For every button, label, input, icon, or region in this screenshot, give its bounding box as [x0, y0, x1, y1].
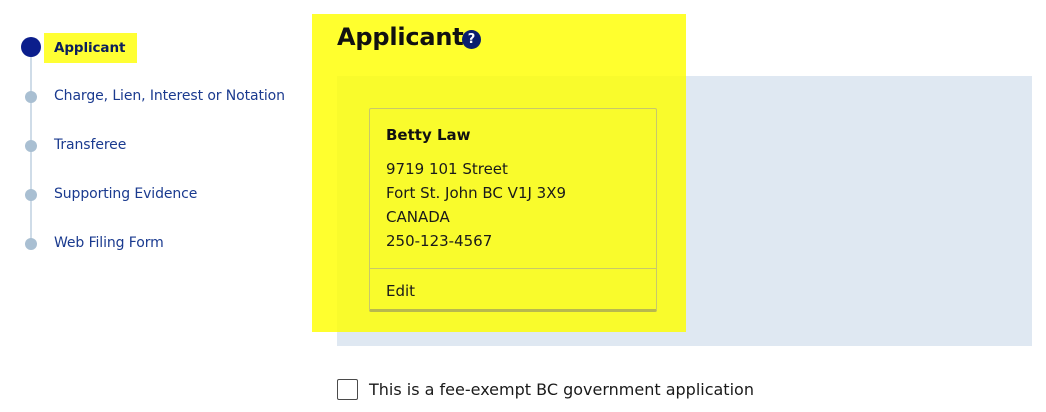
step-dot-icon — [25, 189, 37, 201]
applicant-card: Betty Law 9719 101 Street Fort St. John … — [369, 108, 657, 312]
step-dot-icon — [25, 140, 37, 152]
applicant-phone: 250-123-4567 — [386, 232, 493, 250]
edit-applicant-button[interactable]: Edit — [386, 282, 415, 300]
applicant-address-line1: 9719 101 Street — [386, 160, 508, 178]
step-web-filing-form[interactable]: Web Filing Form — [0, 228, 300, 258]
question-circle-icon[interactable]: ? — [462, 30, 481, 49]
step-navigation: Applicant Charge, Lien, Interest or Nota… — [0, 0, 300, 412]
applicant-address-line2: Fort St. John BC V1J 3X9 — [386, 184, 567, 202]
fee-exempt-checkbox[interactable] — [337, 379, 358, 400]
card-divider — [370, 268, 656, 269]
step-label: Transferee — [54, 137, 127, 153]
applicant-country: CANADA — [386, 208, 450, 226]
step-dot-icon — [25, 91, 37, 103]
step-applicant[interactable]: Applicant — [0, 32, 300, 63]
step-label: Web Filing Form — [54, 235, 164, 251]
step-label: Applicant — [54, 40, 126, 56]
step-charge-lien-interest-notation[interactable]: Charge, Lien, Interest or Notation — [0, 81, 300, 111]
page-title: Applicant — [337, 23, 464, 51]
applicant-name: Betty Law — [386, 126, 471, 144]
step-label: Charge, Lien, Interest or Notation — [54, 88, 285, 104]
step-transferee[interactable]: Transferee — [0, 130, 300, 160]
step-supporting-evidence[interactable]: Supporting Evidence — [0, 179, 300, 209]
step-label: Supporting Evidence — [54, 186, 198, 202]
step-active-dot-icon — [21, 37, 41, 57]
fee-exempt-label[interactable]: This is a fee-exempt BC government appli… — [369, 380, 754, 399]
step-dot-icon — [25, 238, 37, 250]
